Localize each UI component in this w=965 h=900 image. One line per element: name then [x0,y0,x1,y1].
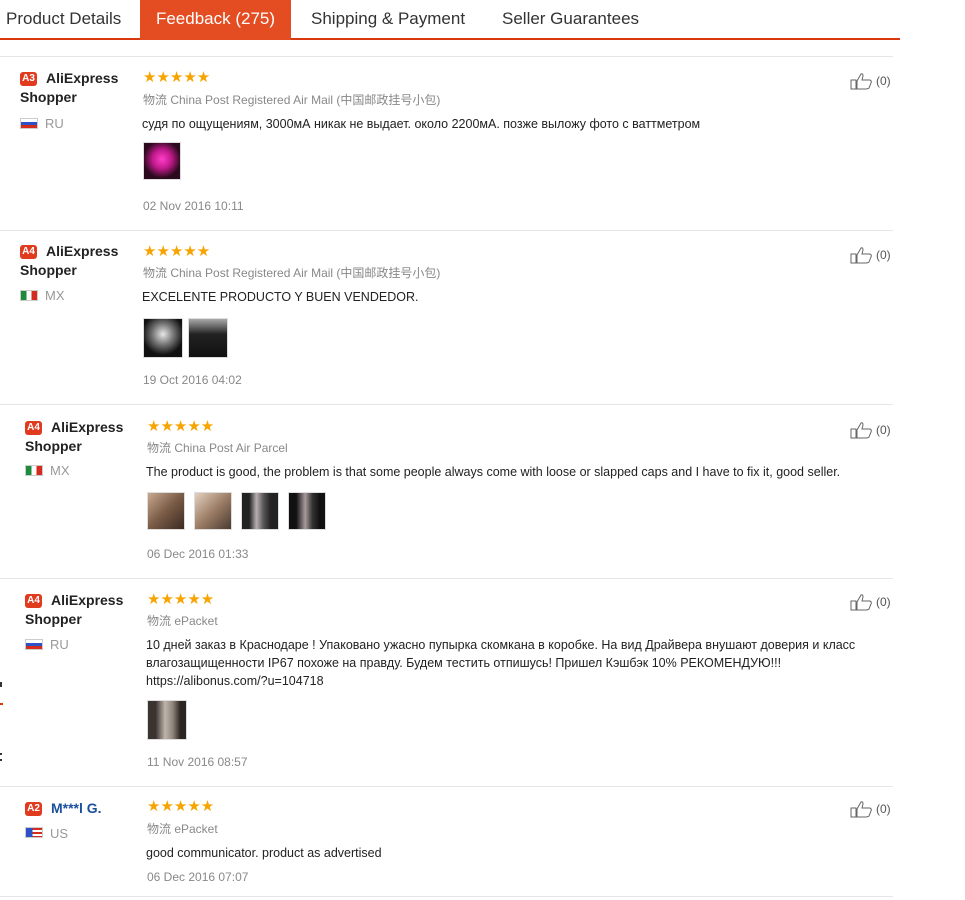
shipping-method: 物流 ePacket [147,614,218,628]
review-item: A2 M***l G. US ★★★★★ 物流 ePacket good com… [0,786,893,897]
helpful-count: (0) [876,595,891,609]
review-text: good communicator. product as advertised [146,846,382,860]
review-date: 02 Nov 2016 10:11 [143,199,244,213]
review-text-line: влагозащищенности IP67 похоже на правду.… [146,656,782,670]
mexico-flag-icon [25,465,43,476]
review-item: A4 AliExpress Shopper MX ★★★★★ 物流 China … [0,404,893,579]
review-photo-thumbnail[interactable] [143,142,181,180]
buyer-name[interactable]: AliExpress Shopper [25,591,135,629]
review-link[interactable]: https://alibonus.com/?u=104718 [146,673,324,691]
helpful-button[interactable]: (0) [850,593,895,611]
buyer-name[interactable]: M***l G. [51,799,102,818]
buyer-country: MX [50,463,70,478]
shipping-method: 物流 China Post Air Parcel [147,441,288,455]
usa-flag-icon [25,827,43,838]
review-photo-thumbnail[interactable] [147,492,185,530]
star-rating: ★★★★★ [147,798,215,815]
star-rating: ★★★★★ [143,69,211,86]
review-photo-thumbnail[interactable] [188,318,228,358]
mexico-flag-icon [20,290,38,301]
buyer-name[interactable]: AliExpress Shopper [20,242,130,280]
review-photo-thumbnail[interactable] [241,492,279,530]
review-date: 11 Nov 2016 08:57 [147,755,248,769]
buyer-country: MX [45,288,65,303]
tab-feedback[interactable]: Feedback (275) [140,0,291,40]
tab-seller-guarantees[interactable]: Seller Guarantees [502,0,639,40]
review-date: 06 Dec 2016 07:07 [147,870,249,884]
review-date: 19 Oct 2016 04:02 [143,373,242,387]
review-photo-thumbnail[interactable] [147,700,187,740]
left-edge-fragment [0,753,2,755]
review-text: EXCELENTE PRODUCTO Y BUEN VENDEDOR. [142,290,419,304]
buyer-country: RU [45,116,64,131]
helpful-button[interactable]: (0) [850,72,895,90]
thumbs-up-icon [850,594,872,611]
review-photo-thumbnail[interactable] [143,318,183,358]
star-rating: ★★★★★ [143,243,211,260]
tab-bar: Product Details Feedback (275) Shipping … [0,0,900,40]
star-rating: ★★★★★ [147,591,215,608]
thumbs-up-icon [850,801,872,818]
buyer-country: RU [50,637,69,652]
review-photo-thumbnail[interactable] [288,492,326,530]
helpful-count: (0) [876,74,891,88]
shipping-method: 物流 China Post Registered Air Mail (中国邮政挂… [143,266,441,280]
buyer-name[interactable]: AliExpress Shopper [20,69,130,107]
russia-flag-icon [25,639,43,650]
buyer-level-badge: A2 [25,802,42,816]
helpful-button[interactable]: (0) [850,246,895,264]
review-item: A4 AliExpress Shopper RU ★★★★★ 物流 ePacke… [0,578,893,787]
helpful-count: (0) [876,423,891,437]
review-text-line: 10 дней заказ в Краснодаре ! Упаковано у… [146,638,856,652]
helpful-button[interactable]: (0) [850,421,895,439]
review-photo-thumbnail[interactable] [194,492,232,530]
thumbs-up-icon [850,422,872,439]
review-text: The product is good, the problem is that… [146,465,841,479]
helpful-count: (0) [876,802,891,816]
review-item: A3 AliExpress Shopper RU ★★★★★ 物流 China … [0,57,893,231]
tab-shipping-payment[interactable]: Shipping & Payment [311,0,465,40]
thumbs-up-icon [850,247,872,264]
review-item: A4 AliExpress Shopper MX ★★★★★ 物流 China … [0,230,893,405]
star-rating: ★★★★★ [147,418,215,435]
shipping-method: 物流 China Post Registered Air Mail (中国邮政挂… [143,93,441,107]
review-date: 06 Dec 2016 01:33 [147,547,249,561]
left-edge-fragment [0,759,2,761]
russia-flag-icon [20,118,38,129]
helpful-count: (0) [876,248,891,262]
review-text: судя по ощущениям, 3000мА никак не выдае… [142,117,701,131]
shipping-method: 物流 ePacket [147,822,218,836]
left-edge-fragment [0,682,2,687]
buyer-country: US [50,826,69,841]
thumbs-up-icon [850,73,872,90]
helpful-button[interactable]: (0) [850,800,895,818]
buyer-name[interactable]: AliExpress Shopper [25,418,135,456]
tab-product-details[interactable]: Product Details [6,0,121,40]
left-edge-fragment [0,703,3,705]
